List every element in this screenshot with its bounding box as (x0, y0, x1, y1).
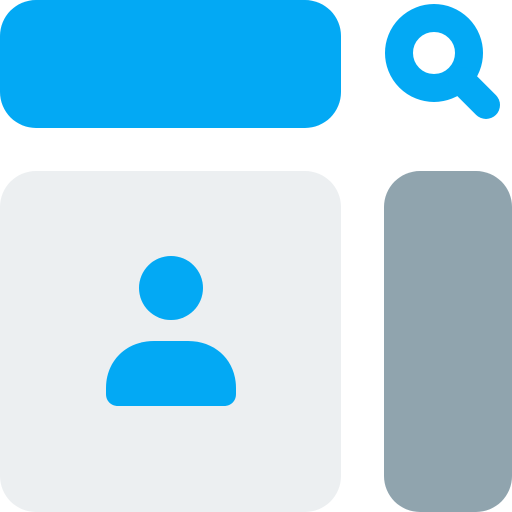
profile-search-illustration (0, 0, 512, 512)
search-bar[interactable] (0, 0, 341, 128)
user-icon (106, 256, 236, 406)
user-icon-head (139, 256, 203, 320)
search-icon-handle (448, 67, 500, 119)
search-icon[interactable] (384, 0, 512, 128)
user-icon-body (106, 341, 236, 406)
side-panel (384, 171, 512, 512)
